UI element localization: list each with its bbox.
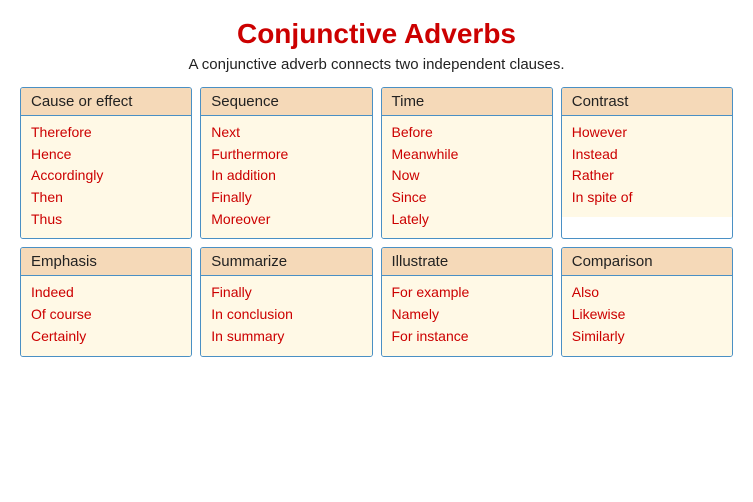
card-cause-or-effect: Cause or effectThereforeHenceAccordingly… xyxy=(20,87,192,239)
cards-grid: Cause or effectThereforeHenceAccordingly… xyxy=(20,87,733,357)
list-item: Accordingly xyxy=(31,165,181,187)
list-item: Likewise xyxy=(572,304,722,326)
card-comparison: ComparisonAlsoLikewiseSimilarly xyxy=(561,247,733,356)
list-item: In spite of xyxy=(572,187,722,209)
card-contrast: ContrastHoweverInsteadRatherIn spite of xyxy=(561,87,733,239)
card-body-emphasis: IndeedOf courseCertainly xyxy=(21,276,191,355)
card-header-summarize: Summarize xyxy=(201,248,371,276)
card-body-time: BeforeMeanwhileNowSinceLately xyxy=(382,116,552,238)
list-item: Similarly xyxy=(572,326,722,348)
card-header-sequence: Sequence xyxy=(201,88,371,116)
list-item: Rather xyxy=(572,165,722,187)
list-item: Moreover xyxy=(211,209,361,231)
list-item: Now xyxy=(392,165,542,187)
page-subtitle: A conjunctive adverb connects two indepe… xyxy=(188,56,564,73)
list-item: Furthermore xyxy=(211,144,361,166)
list-item: In addition xyxy=(211,165,361,187)
card-header-time: Time xyxy=(382,88,552,116)
card-header-comparison: Comparison xyxy=(562,248,732,276)
list-item: In conclusion xyxy=(211,304,361,326)
list-item: Instead xyxy=(572,144,722,166)
card-time: TimeBeforeMeanwhileNowSinceLately xyxy=(381,87,553,239)
list-item: Of course xyxy=(31,304,181,326)
card-sequence: SequenceNextFurthermoreIn additionFinall… xyxy=(200,87,372,239)
list-item: Certainly xyxy=(31,326,181,348)
list-item: Indeed xyxy=(31,282,181,304)
list-item: Namely xyxy=(392,304,542,326)
list-item: Then xyxy=(31,187,181,209)
card-header-contrast: Contrast xyxy=(562,88,732,116)
card-header-illustrate: Illustrate xyxy=(382,248,552,276)
list-item: Also xyxy=(572,282,722,304)
card-body-contrast: HoweverInsteadRatherIn spite of xyxy=(562,116,732,217)
list-item: Meanwhile xyxy=(392,144,542,166)
card-summarize: SummarizeFinallyIn conclusionIn summary xyxy=(200,247,372,356)
list-item: Thus xyxy=(31,209,181,231)
list-item: For instance xyxy=(392,326,542,348)
page-title: Conjunctive Adverbs xyxy=(237,18,516,50)
card-header-cause-or-effect: Cause or effect xyxy=(21,88,191,116)
card-body-comparison: AlsoLikewiseSimilarly xyxy=(562,276,732,355)
list-item: However xyxy=(572,122,722,144)
list-item: Before xyxy=(392,122,542,144)
card-body-illustrate: For exampleNamelyFor instance xyxy=(382,276,552,355)
list-item: Since xyxy=(392,187,542,209)
list-item: Finally xyxy=(211,282,361,304)
list-item: For example xyxy=(392,282,542,304)
card-body-sequence: NextFurthermoreIn additionFinallyMoreove… xyxy=(201,116,371,238)
card-header-emphasis: Emphasis xyxy=(21,248,191,276)
list-item: Finally xyxy=(211,187,361,209)
card-body-summarize: FinallyIn conclusionIn summary xyxy=(201,276,371,355)
card-illustrate: IllustrateFor exampleNamelyFor instance xyxy=(381,247,553,356)
card-body-cause-or-effect: ThereforeHenceAccordinglyThenThus xyxy=(21,116,191,238)
list-item: Hence xyxy=(31,144,181,166)
list-item: Next xyxy=(211,122,361,144)
list-item: In summary xyxy=(211,326,361,348)
list-item: Lately xyxy=(392,209,542,231)
card-emphasis: EmphasisIndeedOf courseCertainly xyxy=(20,247,192,356)
list-item: Therefore xyxy=(31,122,181,144)
